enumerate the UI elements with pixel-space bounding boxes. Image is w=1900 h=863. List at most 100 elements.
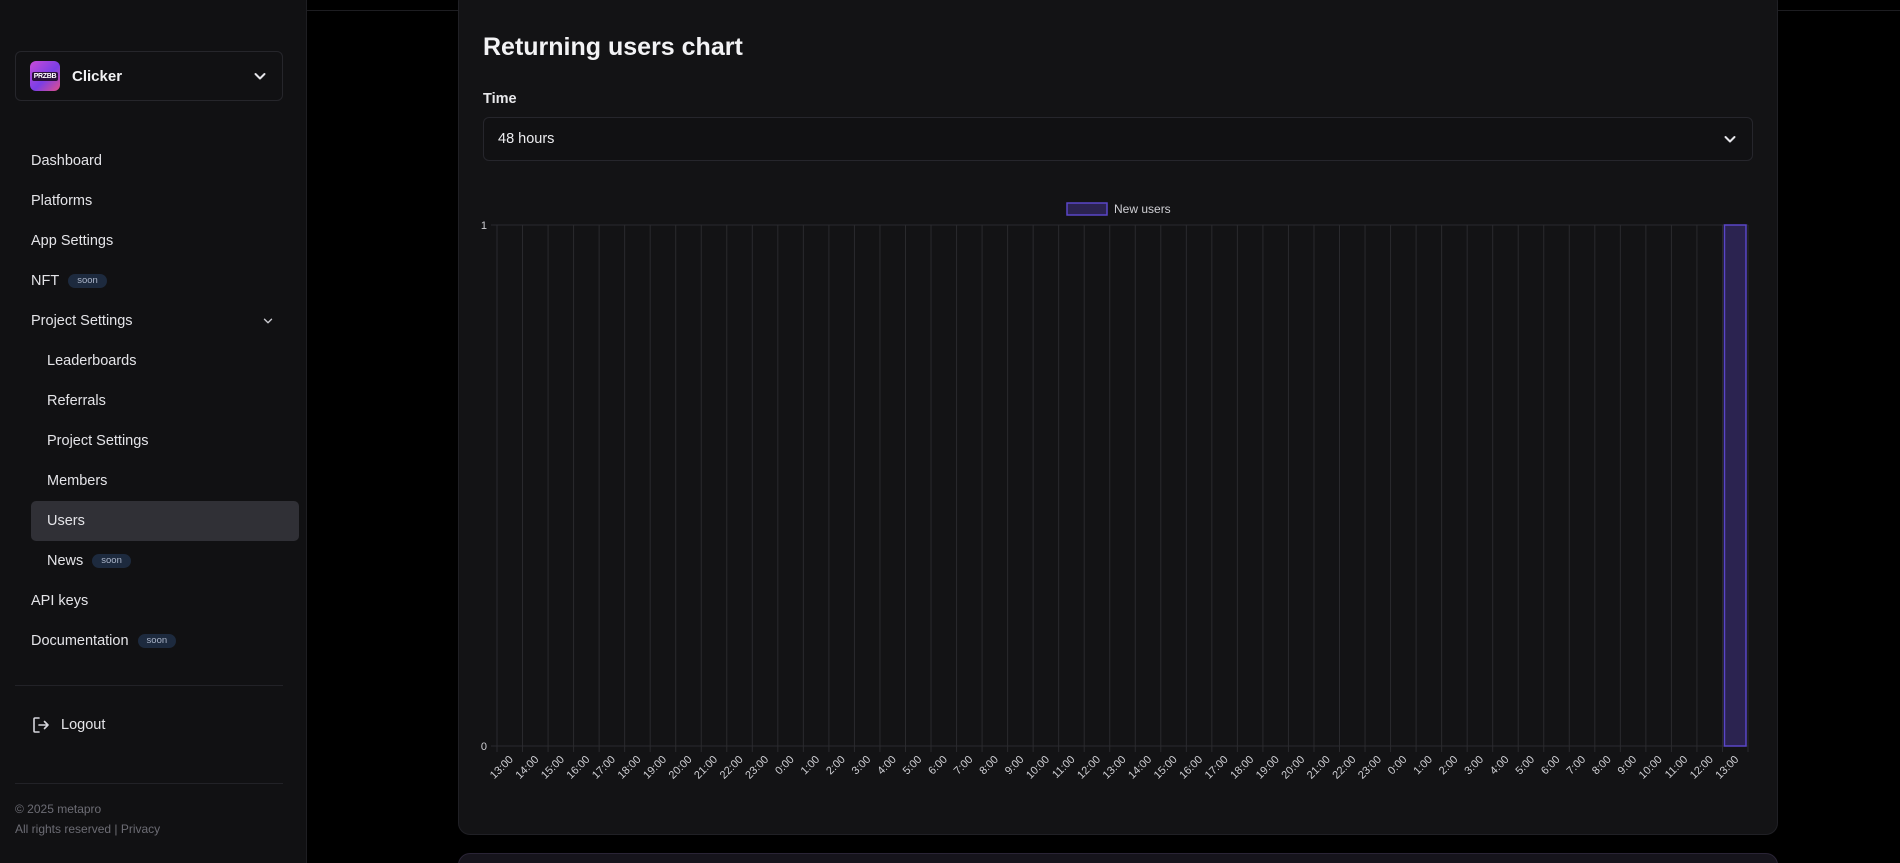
x-tick-label: 3:00 [1462,754,1486,778]
x-tick-label: 7:00 [952,754,976,778]
sidebar-divider [15,783,283,784]
returning-users-chart: 0113:0014:0015:0016:0017:0018:0019:0020:… [481,202,1749,782]
sidebar-item-users[interactable]: Users [31,501,299,541]
bar [1723,224,1747,747]
x-tick-label: 4:00 [1488,754,1512,778]
sidebar-item-nft[interactable]: NFT soon [15,261,299,301]
page-title: Returning users chart [483,33,743,61]
app-logo-text: PRZBB [31,71,59,81]
x-tick-label: 4:00 [875,754,899,778]
sidebar-item-label: Leaderboards [47,353,137,369]
sidebar-nav: Dashboard Platforms App Settings NFT soon… [15,141,299,661]
x-tick-label: 10:00 [1024,754,1052,782]
next-card [458,853,1778,863]
time-select-value: 48 hours [498,131,555,147]
sidebar-divider [15,685,283,686]
x-tick-label: 9:00 [1003,754,1027,778]
x-tick-label: 16:00 [1177,754,1205,782]
x-tick-label: 20:00 [1279,754,1307,782]
app-switcher[interactable]: PRZBB Clicker [15,51,283,101]
x-tick-label: 19:00 [1254,754,1282,782]
x-tick-label: 6:00 [1539,754,1563,778]
x-tick-label: 2:00 [824,754,848,778]
x-tick-label: 0:00 [1386,754,1410,778]
sidebar-item-project-settings[interactable]: Project Settings [31,421,299,461]
soon-badge: soon [92,553,131,569]
sidebar-item-leaderboards[interactable]: Leaderboards [31,341,299,381]
x-tick-label: 17:00 [590,754,618,782]
x-tick-label: 15:00 [1152,754,1180,782]
sidebar-item-label: Project Settings [47,433,149,449]
x-tick-label: 2:00 [1437,754,1461,778]
sidebar-item-label: App Settings [31,233,114,249]
x-tick-label: 18:00 [1228,754,1256,782]
x-tick-label: 23:00 [743,754,771,782]
sidebar-item-label: Documentation [31,633,129,649]
x-tick-label: 23:00 [1356,754,1384,782]
sidebar-item-dashboard[interactable]: Dashboard [15,141,299,181]
sidebar-item-news[interactable]: News soon [31,541,299,581]
x-tick-label: 13:00 [488,754,516,782]
sidebar-item-label: Users [47,513,85,529]
x-tick-label: 12:00 [1075,754,1103,782]
x-tick-label: 21:00 [1305,754,1333,782]
y-tick-label: 0 [481,741,487,753]
x-tick-label: 0:00 [773,754,797,778]
sidebar-item-documentation[interactable]: Documentation soon [15,621,299,661]
x-tick-label: 20:00 [667,754,695,782]
sidebar-item-label: API keys [31,593,89,609]
x-tick-label: 5:00 [1513,754,1537,778]
x-tick-label: 10:00 [1637,754,1665,782]
y-tick-label: 1 [481,220,487,232]
sidebar-item-referrals[interactable]: Referrals [31,381,299,421]
x-tick-label: 15:00 [539,754,567,782]
sidebar-item-label: News [47,553,84,569]
sidebar-item-label: Project Settings [31,313,133,329]
x-tick-label: 1:00 [799,754,823,778]
soon-badge: soon [68,273,107,289]
sidebar-item-api-keys[interactable]: API keys [15,581,299,621]
x-tick-label: 21:00 [692,754,720,782]
sidebar-item-platforms[interactable]: Platforms [15,181,299,221]
x-tick-label: 13:00 [1713,754,1741,782]
sidebar-item-members[interactable]: Members [31,461,299,501]
chevron-down-icon [254,73,266,80]
sidebar-item-project-settings-group[interactable]: Project Settings [15,301,299,341]
x-tick-label: 5:00 [901,754,925,778]
x-tick-label: 18:00 [616,754,644,782]
x-tick-label: 19:00 [641,754,669,782]
x-tick-label: 22:00 [1330,754,1358,782]
chevron-down-icon [263,318,273,324]
x-tick-label: 8:00 [977,754,1001,778]
sidebar-item-label: NFT [31,273,60,289]
legend-swatch [1066,202,1108,216]
x-tick-label: 7:00 [1565,754,1589,778]
x-tick-label: 1:00 [1411,754,1435,778]
sidebar-item-app-settings[interactable]: App Settings [15,221,299,261]
chevron-down-icon [1724,136,1736,143]
copyright-text: © 2025 metapro [15,802,102,816]
x-tick-label: 11:00 [1663,754,1690,781]
logout-button[interactable]: Logout [15,705,283,745]
x-tick-label: 6:00 [926,754,950,778]
sidebar-item-label: Referrals [47,393,106,409]
logout-icon [33,717,49,733]
x-tick-label: 14:00 [513,754,541,782]
x-tick-label: 22:00 [718,754,746,782]
privacy-link[interactable]: Privacy [121,822,160,836]
x-tick-label: 11:00 [1050,754,1077,781]
app-name: Clicker [72,67,123,85]
time-select[interactable]: 48 hours [483,117,1753,161]
sidebar-item-label: Dashboard [31,153,102,169]
returning-users-card: Returning users chart Time 48 hours 0 1 13… [458,0,1778,835]
time-label: Time [483,91,517,107]
logout-label: Logout [61,717,106,733]
x-tick-label: 13:00 [1101,754,1129,782]
x-tick-label: 12:00 [1688,754,1716,782]
x-tick-label: 17:00 [1203,754,1231,782]
legend-label: New users [1114,202,1171,216]
sidebar-item-label: Platforms [31,193,93,209]
soon-badge: soon [137,633,177,649]
x-tick-label: 14:00 [1126,754,1154,782]
x-tick-label: 9:00 [1616,754,1640,778]
